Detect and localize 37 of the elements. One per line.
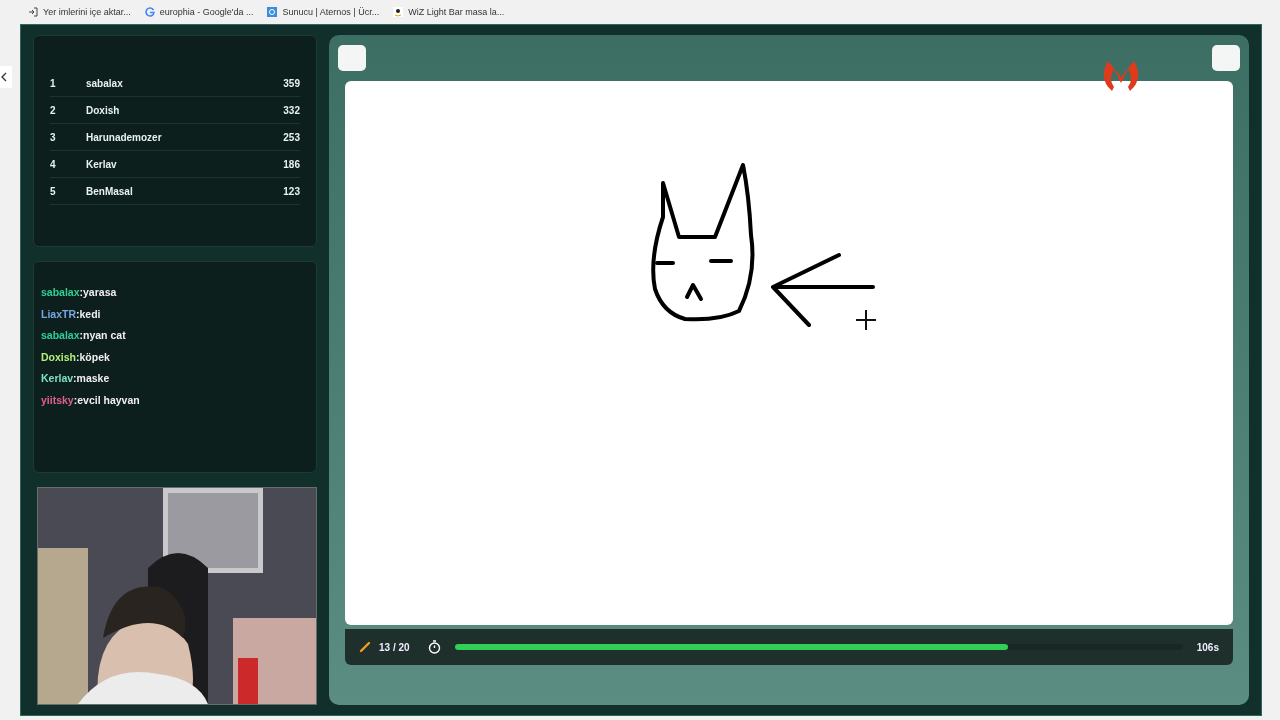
grid-icon (267, 7, 278, 17)
bookmark-link[interactable]: Yer imlerini içe aktar... (28, 7, 131, 17)
google-icon (144, 7, 155, 17)
stopwatch-icon (427, 640, 441, 654)
player-score: 332 (283, 104, 300, 116)
rank-number: 4 (50, 158, 57, 170)
rank-number: 5 (50, 185, 57, 197)
pencil-icon (359, 641, 371, 653)
collapse-tab[interactable] (0, 66, 12, 88)
bookmark-link[interactable]: Sunucu | Aternos | Ücr... (267, 7, 380, 17)
chat-message: yiitsky:evcil hayvan (41, 393, 141, 408)
time-left: 106s (1196, 641, 1219, 653)
player-score: 253 (283, 131, 300, 143)
rank-number: 2 (50, 104, 57, 116)
crosshair-icon (855, 309, 877, 331)
player-score: 359 (283, 77, 300, 89)
player-score: 123 (283, 185, 300, 197)
player-name: BenMasal (86, 185, 134, 197)
menu-button[interactable] (338, 45, 366, 71)
player-name: Harunademozer (86, 131, 163, 143)
chat-message: sabalax:nyan cat (41, 329, 127, 343)
chevron-left-icon (0, 72, 8, 82)
player-name: Kerlav (86, 158, 118, 170)
rank-number: 1 (50, 77, 57, 89)
player-name: Doxish (86, 104, 121, 116)
player-name: sabalax (86, 77, 124, 89)
player-score: 186 (283, 158, 300, 170)
settings-button[interactable] (1212, 45, 1240, 71)
rank-number: 3 (50, 131, 57, 143)
chat-message: LiaxTR:kedi (41, 307, 102, 322)
import-icon (28, 7, 38, 17)
bookmark-link[interactable]: WiZ Light Bar masa la... (393, 7, 505, 17)
chat-message: sabalax:yarasa (41, 286, 118, 300)
chat-message: Doxish:köpek (41, 350, 111, 365)
round-counter: 13 / 20 (379, 641, 410, 653)
bookmark-link[interactable]: europhia - Google'da ... (144, 7, 254, 17)
chat-message: Kerlav:maske (41, 372, 111, 386)
